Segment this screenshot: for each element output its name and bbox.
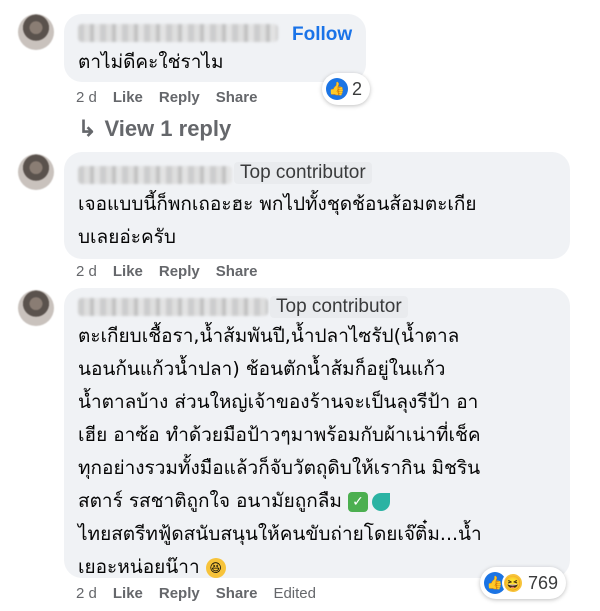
- check-mark-emoji-icon: ✓: [347, 491, 368, 512]
- comment-line: ทุกอย่างรวมทั้งมือแล้วก็จับวัตถุดิบให้เร…: [78, 457, 481, 479]
- comment-line-with-emoji: สตาร์ รสชาติถูกใจ อนามัยถูกลืม ✓: [78, 485, 482, 518]
- avatar[interactable]: [18, 290, 54, 326]
- comment-line: เยอะหน่อยน๊าา: [78, 556, 200, 578]
- reaction-count: 2: [352, 78, 363, 99]
- reaction-count: 769: [528, 572, 559, 593]
- comment-text: ตาไม่ดีคะใช่ราไม: [78, 51, 224, 73]
- comment-text: ตะเกียบเชื้อรา,น้ำส้มพันปี,น้ำปลาไซรัป(น…: [78, 320, 482, 584]
- share-button[interactable]: Share: [216, 89, 258, 106]
- avatar[interactable]: [18, 154, 54, 190]
- reaction-summary[interactable]: 👍 😆 769: [480, 567, 567, 599]
- comment-line: สตาร์ รสชาติถูกใจ อนามัยถูกลืม: [78, 490, 342, 512]
- top-contributor-badge: Top contributor: [234, 162, 372, 184]
- comment-text: เจอแบบนี้ก็พกเถอะฮะ พกไปทั้งชุดช้อนส้อมต…: [78, 193, 477, 248]
- avatar[interactable]: [18, 14, 54, 50]
- reply-button[interactable]: Reply: [159, 263, 200, 280]
- comment-line: เฮีย อาซ้อ ทำด้วยมือป้าวๆมาพร้อมกับผ้าเน…: [78, 424, 481, 446]
- like-button[interactable]: Like: [113, 89, 143, 106]
- author-name-blurred[interactable]: [78, 298, 268, 316]
- author-name-blurred[interactable]: [78, 166, 232, 184]
- timestamp[interactable]: 2 d: [76, 89, 97, 106]
- author-name-blurred[interactable]: [78, 24, 278, 42]
- share-button[interactable]: Share: [216, 585, 258, 602]
- edited-label: Edited: [273, 585, 316, 602]
- comment-actions: 2 d Like Reply Share: [76, 89, 257, 106]
- reply-button[interactable]: Reply: [159, 89, 200, 106]
- reply-button[interactable]: Reply: [159, 585, 200, 602]
- comment-line: น้ำตาลบ้าง ส่วนใหญ่เจ้าของร้านจะเป็นลุงร…: [78, 391, 479, 413]
- top-contributor-badge: Top contributor: [270, 296, 408, 318]
- like-button[interactable]: Like: [113, 585, 143, 602]
- haha-reaction-icon: 😆: [502, 572, 524, 594]
- view-replies-label: View 1 reply: [104, 116, 232, 141]
- like-button[interactable]: Like: [113, 263, 143, 280]
- follow-button[interactable]: Follow: [292, 24, 352, 46]
- comment-line: ตะเกียบเชื้อรา,น้ำส้มพันปี,น้ำปลาไซรัป(น…: [78, 325, 460, 347]
- like-reaction-icon: 👍: [326, 78, 348, 100]
- leaf-emoji-icon: [371, 492, 390, 511]
- comment-line: ไทยสตรีทฟู้ดสนับสนุนให้คนขับถ่ายโดยเจ๊ติ…: [78, 523, 482, 545]
- rofl-emoji-icon: 😆: [205, 557, 226, 578]
- comment-actions: 2 d Like Reply Share: [76, 263, 257, 280]
- comment-line-with-emoji: เยอะหน่อยน๊าา 😆: [78, 551, 482, 584]
- share-button[interactable]: Share: [216, 263, 258, 280]
- timestamp[interactable]: 2 d: [76, 585, 97, 602]
- view-replies-link[interactable]: ↳ View 1 reply: [78, 116, 231, 142]
- timestamp[interactable]: 2 d: [76, 263, 97, 280]
- reaction-summary[interactable]: 👍 2: [322, 73, 371, 105]
- comment-actions: 2 d Like Reply Share Edited: [76, 585, 316, 602]
- comment-line: นอนก้นแก้วน้ำปลา) ช้อนตักน้ำส้มก็อยู่ในแ…: [78, 358, 446, 380]
- reply-arrow-icon: ↳: [78, 116, 97, 141]
